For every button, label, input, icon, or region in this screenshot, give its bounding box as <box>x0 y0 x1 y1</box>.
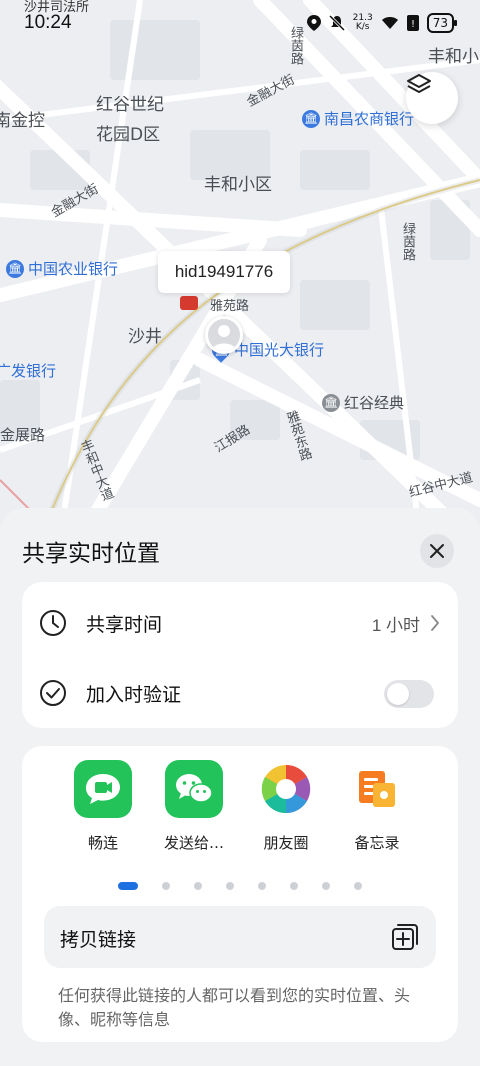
mute-bell-icon <box>328 15 345 31</box>
page-dot[interactable] <box>322 882 330 890</box>
building-icon: 🏛 <box>322 393 340 412</box>
svg-text:!: ! <box>411 19 415 30</box>
privacy-hint: 任何获得此链接的人都可以看到您的实时位置、头像、昵称等信息 <box>58 986 411 1029</box>
share-time-value: 1 小时 <box>371 615 420 635</box>
share-location-sheet: 共享实时位置 共享时间 1 小时 加入时验证 畅连 发送给… 朋友圈 备忘录 拷… <box>0 508 480 1066</box>
road-label: 绿茵路 <box>400 222 415 261</box>
page-dot[interactable] <box>354 882 362 890</box>
map-view[interactable]: 红谷世纪 花园D区 丰和小区 南金控 丰和小 沙井 金融大街 绿茵路 金融大街 … <box>0 0 480 540</box>
area-label: 丰和小 <box>428 47 479 67</box>
close-button[interactable] <box>420 534 454 568</box>
copy-link-button[interactable]: 拷贝链接 <box>44 906 436 968</box>
bank-icon: 🏛 <box>302 109 320 128</box>
page-dot[interactable] <box>194 882 202 890</box>
verify-toggle[interactable] <box>384 680 434 708</box>
close-icon <box>430 544 444 558</box>
app-name: 畅连 <box>87 834 118 852</box>
app-wechat[interactable]: 发送给… <box>156 760 232 853</box>
area-label: 红谷世纪 <box>96 95 164 115</box>
verify-row: 加入时验证 <box>22 658 458 728</box>
share-card: 畅连 发送给… 朋友圈 备忘录 拷贝链接 任何获得此链接的人都可以看到您的实时位… <box>22 746 458 1042</box>
page-dot[interactable] <box>290 882 298 890</box>
settings-card: 共享时间 1 小时 加入时验证 <box>22 582 458 728</box>
app-name: 备忘录 <box>354 834 400 852</box>
poi-bank[interactable]: 🏛 中国农业银行 <box>6 258 118 279</box>
road-label: 金展路 <box>0 426 46 444</box>
wechat-icon <box>165 760 223 818</box>
page-dot-active[interactable] <box>118 882 138 890</box>
notes-icon <box>348 760 406 818</box>
changlian-icon <box>74 760 132 818</box>
poi-bank[interactable]: 🏛 南昌农商银行 <box>302 108 414 129</box>
area-label: 沙井 <box>128 327 162 347</box>
network-speed: 21.3 K/s <box>352 13 373 32</box>
clock: 10:24 <box>24 12 72 33</box>
wifi-icon <box>381 17 398 29</box>
check-circle-icon <box>40 680 66 706</box>
verify-label: 加入时验证 <box>86 683 182 706</box>
sim-alert-icon: ! <box>406 15 419 31</box>
copy-add-icon <box>392 924 418 950</box>
moments-icon <box>257 760 315 818</box>
sheet-title: 共享实时位置 <box>22 541 160 567</box>
poi-building[interactable]: 🏛 红谷经典 <box>322 392 404 413</box>
bank-icon: 🏛 <box>6 259 24 278</box>
area-label: 南金控 <box>0 111 45 131</box>
app-notes[interactable]: 备忘录 <box>339 760 415 853</box>
page-dot[interactable] <box>162 882 170 890</box>
page-dot[interactable] <box>258 882 266 890</box>
metro-icon <box>180 296 198 310</box>
app-name: 发送给… <box>163 834 224 852</box>
toggle-knob <box>387 683 409 705</box>
share-time-label: 共享时间 <box>86 613 163 636</box>
app-moments[interactable]: 朋友圈 <box>248 760 324 853</box>
area-label: 花园D区 <box>96 125 161 145</box>
location-icon <box>306 15 321 31</box>
poi-bank[interactable]: 广发银行 <box>0 360 56 381</box>
app-changlian[interactable]: 畅连 <box>65 760 141 853</box>
user-avatar[interactable] <box>205 316 243 354</box>
user-label-tooltip[interactable]: hid19491776 <box>158 251 290 293</box>
copy-link-label: 拷贝链接 <box>60 929 137 951</box>
road-label: 雅苑路 <box>210 299 250 314</box>
map-layers-button[interactable] <box>406 72 458 124</box>
share-time-row[interactable]: 共享时间 1 小时 <box>22 588 458 658</box>
clock-icon <box>40 610 66 636</box>
page-dot[interactable] <box>226 882 234 890</box>
chevron-right-icon <box>431 615 439 631</box>
app-name: 朋友圈 <box>263 834 309 852</box>
battery-indicator: 73 <box>426 13 458 33</box>
page-indicator <box>118 882 386 890</box>
layers-icon <box>407 74 431 93</box>
area-label: 丰和小区 <box>204 175 272 195</box>
avatar-person-icon <box>212 325 236 351</box>
status-bar: 沙井司法所 10:24 21.3 K/s ! 73 <box>0 0 480 40</box>
